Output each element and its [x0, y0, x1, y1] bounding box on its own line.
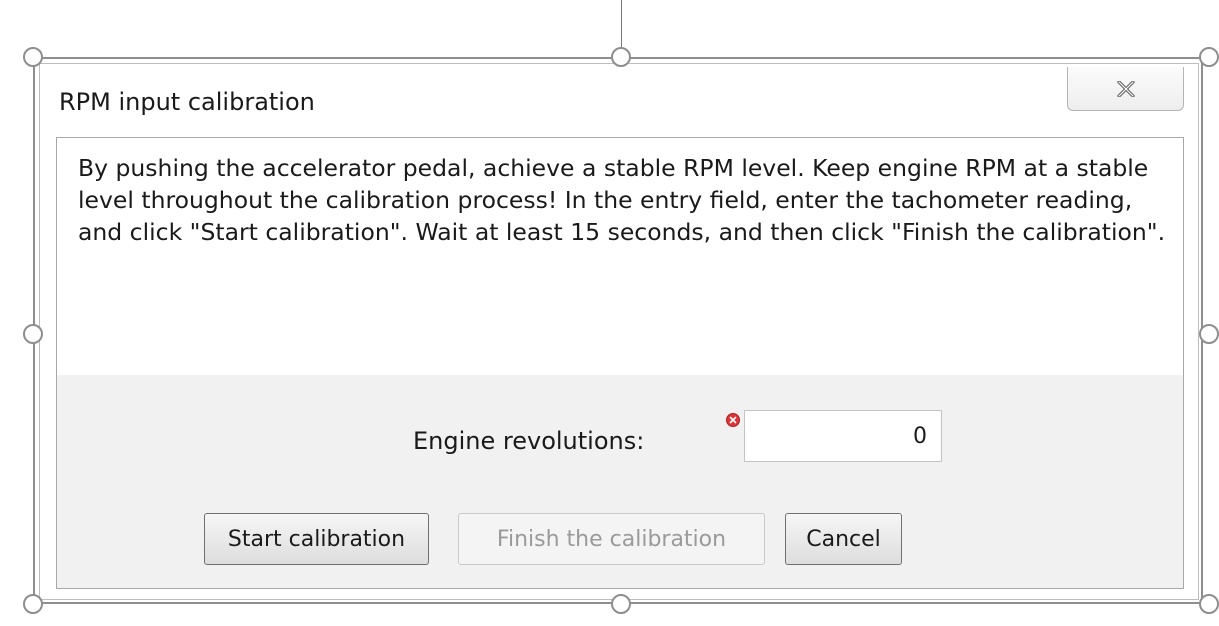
resize-handle-top-left[interactable]: [23, 47, 43, 67]
resize-handle-bottom-left[interactable]: [23, 594, 43, 614]
engine-revolutions-input[interactable]: [744, 410, 942, 462]
error-icon: [726, 413, 740, 427]
resize-handle-right[interactable]: [1199, 324, 1219, 344]
start-calibration-button[interactable]: Start calibration: [204, 513, 429, 565]
engine-revolutions-label: Engine revolutions:: [413, 427, 645, 455]
resize-handle-bottom[interactable]: [611, 594, 631, 614]
instructions-text: By pushing the accelerator pedal, achiev…: [78, 154, 1166, 246]
connector-line: [621, 0, 622, 50]
resize-handle-top-right[interactable]: [1199, 47, 1219, 67]
dialog-content: By pushing the accelerator pedal, achiev…: [56, 137, 1184, 589]
cancel-button[interactable]: Cancel: [785, 513, 902, 565]
resize-handle-bottom-right[interactable]: [1199, 594, 1219, 614]
calibration-dialog: RPM input calibration By pushing the acc…: [39, 63, 1199, 600]
design-canvas: RPM input calibration By pushing the acc…: [0, 0, 1219, 626]
resize-handle-left[interactable]: [23, 324, 43, 344]
input-panel: Engine revolutions: Start calibration Fi…: [57, 375, 1183, 588]
resize-handle-top[interactable]: [611, 47, 631, 67]
close-button[interactable]: [1067, 67, 1184, 111]
finish-calibration-button: Finish the calibration: [458, 513, 765, 565]
close-icon: [1116, 80, 1135, 97]
dialog-title: RPM input calibration: [59, 88, 315, 116]
